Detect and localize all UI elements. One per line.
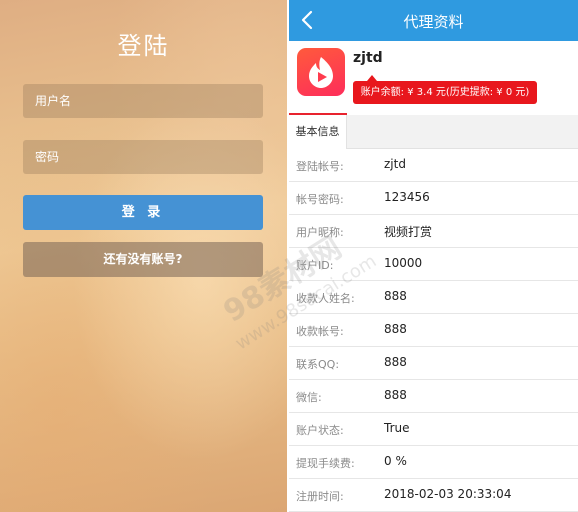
- info-row-withdraw-fee: 提现手续费: 0 %: [289, 446, 578, 479]
- info-row-payee-name: 收款人姓名: 888: [289, 281, 578, 314]
- login-button[interactable]: 登 录: [23, 195, 263, 230]
- info-row-account-id: 账户ID: 10000: [289, 248, 578, 281]
- row-value: 888: [384, 388, 407, 402]
- tab-bar: 基本信息: [289, 115, 578, 149]
- row-value: 888: [384, 355, 407, 369]
- row-label: 微信:: [296, 391, 322, 404]
- balance-badge: 账户余额: ¥ 3.4 元(历史提款: ¥ 0 元): [353, 75, 537, 104]
- row-value: 2018-02-03 20:33:04: [384, 487, 512, 501]
- page-title: 代理资料: [403, 13, 464, 31]
- info-row-login-account: 登陆帐号: zjtd: [289, 149, 578, 182]
- username: zjtd: [353, 50, 383, 66]
- info-row-wechat: 微信: 888: [289, 380, 578, 413]
- row-value: 888: [384, 289, 407, 303]
- info-row-account-status: 账户状态: True: [289, 413, 578, 446]
- row-value: 888: [384, 322, 407, 336]
- row-label: 用户昵称:: [296, 226, 344, 239]
- row-label: 联系QQ:: [296, 358, 340, 371]
- username-input[interactable]: 用户名: [23, 84, 263, 118]
- row-value: 0 %: [384, 454, 407, 468]
- row-value: 123456: [384, 190, 430, 204]
- row-label: 收款人姓名:: [296, 292, 355, 305]
- login-panel: 登陆 用户名 密码 登 录 还有没有账号?: [0, 0, 287, 512]
- info-row-qq: 联系QQ: 888: [289, 347, 578, 380]
- row-value: zjtd: [384, 157, 406, 171]
- info-list: 登陆帐号: zjtd 帐号密码: 123456 用户昵称: 视频打赏 账户ID:…: [289, 149, 578, 512]
- profile-panel: 代理资料 zjtd 账户余额: ¥ 3.4 元(历史提款: ¥ 0 元) 基本信…: [289, 0, 578, 512]
- info-row-nickname: 用户昵称: 视频打赏: [289, 215, 578, 248]
- row-value: 10000: [384, 256, 423, 270]
- info-row-payee-account: 收款帐号: 888: [289, 314, 578, 347]
- row-value: 视频打赏: [384, 225, 433, 239]
- row-label: 注册时间:: [296, 490, 344, 503]
- register-button[interactable]: 还有没有账号?: [23, 242, 263, 277]
- row-value: True: [384, 421, 410, 435]
- row-label: 登陆帐号:: [296, 160, 344, 173]
- login-title: 登陆: [117, 32, 170, 60]
- user-header: zjtd 账户余额: ¥ 3.4 元(历史提款: ¥ 0 元): [289, 41, 578, 116]
- row-label: 账户状态:: [296, 424, 344, 437]
- row-label: 账户ID:: [296, 259, 334, 272]
- password-input[interactable]: 密码: [23, 140, 263, 174]
- info-row-password: 帐号密码: 123456: [289, 182, 578, 215]
- info-row-register-time: 注册时间: 2018-02-03 20:33:04: [289, 479, 578, 512]
- tab-basic-info[interactable]: 基本信息: [289, 115, 347, 149]
- top-bar: 代理资料: [289, 0, 578, 41]
- row-label: 收款帐号:: [296, 325, 344, 338]
- app-logo-icon: [297, 48, 345, 96]
- row-label: 帐号密码:: [296, 193, 344, 206]
- row-label: 提现手续费:: [296, 457, 355, 470]
